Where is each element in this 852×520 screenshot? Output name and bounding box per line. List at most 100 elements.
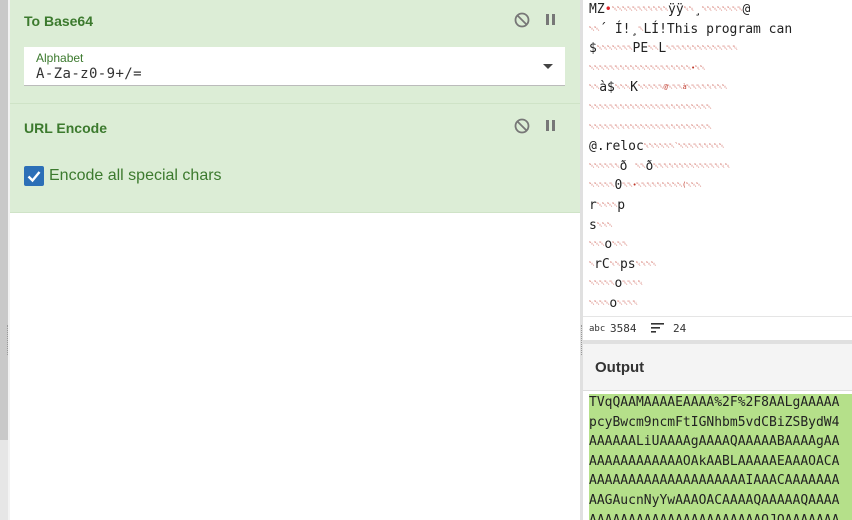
input-segment: ␀␀␀␀␀ [589, 279, 615, 288]
left-scrollbar[interactable] [0, 0, 8, 440]
input-segment: ␀␀␀␀ [617, 299, 638, 307]
input-segment: ␀␀␀␀␀␀␀␀␀␀␀␀␀␀␀␀␀␀␀␀ [589, 63, 692, 72]
input-segment: ␀␀␀ [596, 220, 613, 229]
input-length: 3584 [610, 322, 637, 335]
input-line: ␀␀´ Í!¸␀LÍ!This program can [589, 22, 792, 37]
pause-icon[interactable] [542, 117, 560, 135]
input-segment: ␀␀␀␀␀␀␀␀␀␀␀␀␀␀ [666, 44, 738, 53]
input-segment: rC [594, 256, 610, 272]
input-segment: o [604, 237, 613, 253]
operation-url-encode[interactable]: URL Encode Encode all special chars [10, 103, 580, 213]
input-textarea[interactable]: MZ•␀␀␀␀␀␀␀␀␀␀␀ÿÿ␀␀¸␀␀␀␀␀␀␀␀@ ␀␀´ Í!¸␀LÍ!T… [583, 0, 852, 316]
output-line: AAGAucnNyYwAAAOACAAAAQAAAAAQAAAA [589, 493, 840, 508]
input-segment: • [604, 2, 612, 16]
input-segment: p [617, 198, 626, 213]
alphabet-value: A-Za-z0-9+/= [36, 66, 142, 82]
input-segment: ␀␀␀␀␀␀␀␀ [701, 5, 743, 13]
operation-title: To Base64 [24, 13, 93, 29]
pause-icon[interactable] [542, 11, 560, 29]
input-line: ␀␀␀␀␀o␀␀␀␀ [589, 276, 643, 291]
input-segment: PE [632, 41, 649, 57]
input-segment: ␀␀ [589, 83, 600, 92]
recipe-panel: To Base64 Alphabet A-Za-z0-9+/= URL Enco… [10, 0, 580, 520]
alphabet-select[interactable]: Alphabet A-Za-z0-9+/= [24, 47, 565, 86]
disable-icon[interactable] [513, 117, 531, 135]
input-segment: ␀␀␀␀␀␀␀␀␀␀␀␀␀␀␀␀␀␀␀␀␀␀␀␀ [589, 103, 712, 111]
checkbox[interactable] [24, 166, 44, 186]
alphabet-label: Alphabet [36, 51, 84, 65]
check-icon [27, 171, 41, 183]
operation-title: URL Encode [24, 120, 107, 136]
input-line: s␀␀␀ [589, 217, 613, 233]
input-line: ␀␀␀␀␀␀␀␀␀␀␀␀␀␀␀␀␀␀␀␀␀␀␀␀ [589, 100, 712, 115]
input-segment: ␀␀␀␀␀␀␀␀␀␀␀␀␀␀␀ [653, 161, 730, 170]
operation-to-base64[interactable]: To Base64 Alphabet A-Za-z0-9+/= [10, 0, 580, 103]
output-line: TVqQAAMAAAAEAAAA%2F%2F8AALgAAAAA [589, 395, 840, 410]
input-segment: •␀␀ [691, 63, 705, 72]
input-segment: ␀␀␀␀␀␀␀ [596, 44, 633, 53]
left-scrollbar-track [0, 440, 8, 520]
input-segment: r [589, 198, 597, 213]
input-segment: ␀␀␀␀␀␀␀␀␀␀␀␀␀␀␀␀␀␀␀␀␀␀␀␀ [589, 122, 712, 131]
input-segment: ␀␀␀␀ [596, 201, 618, 209]
input-line: @.reloc␀␀␀␀␀␀`␀␀␀␀␀␀␀␀␀ [589, 139, 725, 155]
input-segment: ð [619, 158, 636, 174]
input-segment: ␀␀␀␀ [589, 299, 610, 307]
output-line: AAAAAAAAAAAAAAAAAAAAIAAACAAAAAAA [589, 473, 840, 489]
checkbox-label: Encode all special chars [49, 167, 222, 184]
input-segment: ps [619, 256, 636, 272]
resize-grip-left[interactable] [7, 325, 8, 355]
input-segment: ␀␀␀␀␀ [589, 181, 615, 190]
input-segment: ␀␀ [622, 181, 633, 190]
input-segment: •␀␀␀␀␀␀␀␀␀(␀␀␀ [632, 181, 702, 190]
input-segment: ␀␀ [635, 161, 646, 170]
input-segment: ␀␀␀ [589, 240, 605, 249]
input-segment: ␀␀␀ [612, 240, 628, 249]
disable-icon[interactable] [513, 11, 531, 29]
input-line: ␀␀à$␀␀␀K␀␀␀␀␀@␀␀␀à␀␀␀␀␀␀␀␀ [589, 80, 728, 96]
input-line: $␀␀␀␀␀␀␀PE␀␀L␀␀␀␀␀␀␀␀␀␀␀␀␀␀ [589, 41, 738, 56]
input-segment: ¸ [693, 2, 702, 17]
output-line: AAAAAAAAAAAAOAkAABLAAAAAEAAAOACA [589, 453, 840, 469]
length-icon: abc [589, 324, 606, 334]
input-segment: ␀␀ [589, 24, 600, 33]
input-line: ␀␀␀␀␀␀ð ␀␀ð␀␀␀␀␀␀␀␀␀␀␀␀␀␀␀ [589, 159, 730, 174]
input-segment: @.reloc [589, 139, 644, 155]
input-segment: ␀␀␀␀ [635, 259, 657, 268]
output-textarea[interactable]: TVqQAAMAAAAEAAAA%2F%2F8AALgAAAAA pcyBwcm9… [583, 391, 852, 520]
input-segment: LÍ!This program can [643, 21, 793, 37]
input-segment: @ [742, 2, 751, 17]
output-line: pcyBwcm9ncmFtIGNhbm5vdCBiZSBydW4 [589, 414, 840, 430]
input-segment: ␀␀ [609, 259, 621, 268]
input-line: ␀␀␀o␀␀␀ [589, 237, 628, 253]
resize-grip[interactable] [581, 325, 582, 355]
input-segment: ␀␀ [648, 44, 659, 53]
input-line: ␀rC␀␀ps␀␀␀␀ [589, 256, 657, 272]
input-segment: ´ Í!¸ [599, 21, 639, 37]
input-segment: s [589, 217, 597, 233]
input-segment: ␀␀␀␀ [622, 279, 643, 288]
input-line: ␀␀␀␀␀0␀␀•␀␀␀␀␀␀␀␀␀(␀␀␀ [589, 178, 702, 193]
cyberchef-workspace: To Base64 Alphabet A-Za-z0-9+/= URL Enco… [0, 0, 852, 520]
input-line: r␀␀␀␀p [589, 198, 625, 213]
input-segment: ÿÿ [668, 2, 684, 17]
input-segment: à$ [599, 80, 615, 96]
input-line: ␀␀␀␀o␀␀␀␀ [589, 296, 638, 311]
lines-icon [651, 322, 664, 337]
input-line: ␀␀␀␀␀␀␀␀␀␀␀␀␀␀␀␀␀␀␀␀•␀␀ [589, 61, 705, 76]
input-line: MZ•␀␀␀␀␀␀␀␀␀␀␀ÿÿ␀␀¸␀␀␀␀␀␀␀␀@ [589, 2, 750, 17]
input-segment: ␀␀ [683, 5, 695, 13]
output-line: AAAAAALiUAAAAgAAAAQAAAAABAAAAgAA [589, 434, 840, 450]
input-status-bar: abc 3584 24 [583, 316, 852, 340]
input-segment: ␀␀␀␀␀␀ [589, 161, 620, 170]
input-segment: ␀␀␀ [614, 83, 631, 92]
input-segment: K [630, 80, 638, 96]
input-line-count: 24 [673, 322, 687, 335]
output-title: Output [595, 359, 645, 376]
input-line: ␀␀␀␀␀␀␀␀␀␀␀␀␀␀␀␀␀␀␀␀␀␀␀␀ [589, 120, 712, 135]
output-header: Output [583, 344, 852, 391]
chevron-down-icon[interactable] [543, 64, 553, 69]
input-segment: ␀␀␀␀␀@␀␀␀à␀␀␀␀␀␀␀␀ [638, 83, 728, 92]
input-segment: MZ [589, 2, 605, 17]
input-segment: ␀␀␀␀␀␀`␀␀␀␀␀␀␀␀␀ [643, 142, 725, 151]
